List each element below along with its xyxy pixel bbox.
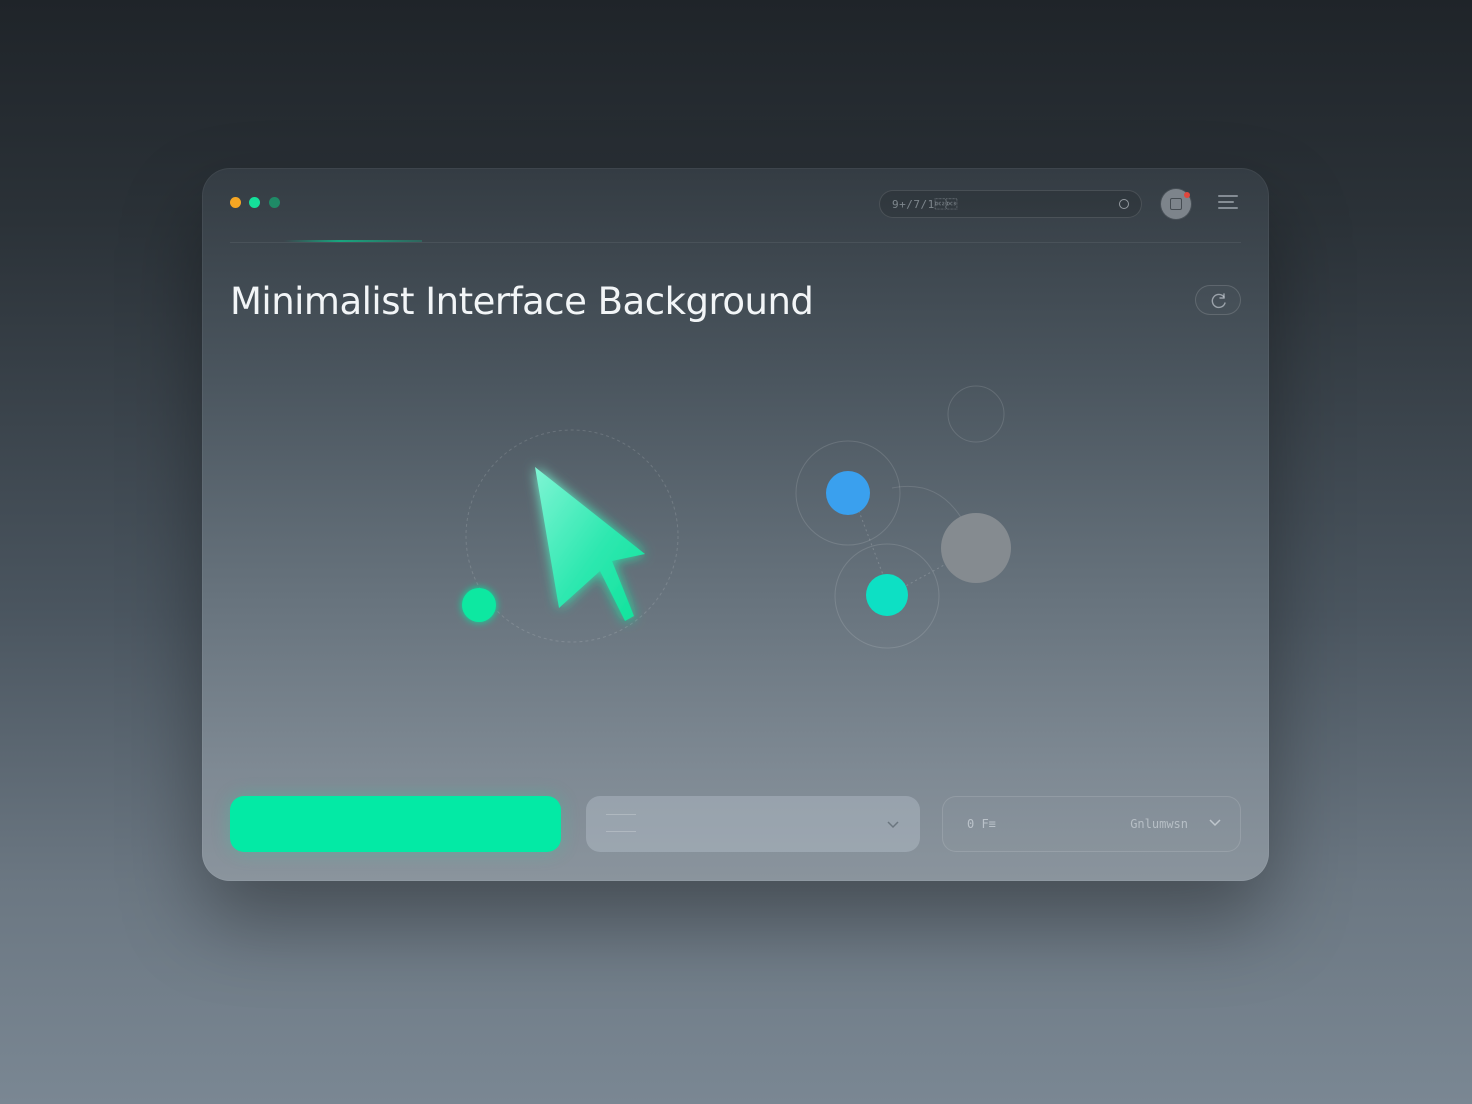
teal-node: [866, 574, 908, 616]
avatar-icon: [1170, 198, 1182, 210]
filter-code: 0 F≡: [967, 817, 996, 831]
network-link-2: [901, 557, 958, 589]
header-divider: [230, 242, 1241, 243]
network-arc: [891, 485, 968, 529]
filter-dropdown[interactable]: 0 F≡ Gnlumwsn: [942, 796, 1241, 852]
window-dot-green[interactable]: [249, 197, 260, 208]
cursor-group: [462, 429, 679, 643]
select-dropdown[interactable]: [586, 796, 920, 852]
network-link-1: [856, 505, 886, 581]
primary-button[interactable]: [230, 796, 561, 852]
avatar-button[interactable]: [1161, 189, 1191, 219]
green-dot: [462, 588, 496, 622]
cursor-orbit-ring: [465, 429, 679, 643]
select-placeholder-lines: [606, 814, 636, 848]
network-orbit-blue: [795, 440, 901, 546]
chevron-down-icon: [887, 821, 899, 829]
network-group: [795, 385, 1011, 649]
chevron-down-icon: [1209, 819, 1221, 827]
cursor-icon: [535, 467, 645, 621]
title-bar: 9+/7/1: [202, 168, 1269, 244]
refresh-icon: [1211, 293, 1226, 309]
app-window: 9+/7/1 Minimalist Interface Background: [202, 168, 1269, 881]
gray-node: [941, 513, 1011, 583]
network-orbit-teal: [834, 543, 940, 649]
search-input[interactable]: 9+/7/1: [879, 190, 1142, 218]
refresh-button[interactable]: [1195, 285, 1241, 315]
blue-node: [826, 471, 870, 515]
window-dot-dark-green[interactable]: [269, 197, 280, 208]
network-orbit-top: [947, 385, 1005, 443]
menu-icon[interactable]: [1218, 195, 1238, 213]
page-title: Minimalist Interface Background: [230, 280, 814, 323]
filter-label: Gnlumwsn: [1130, 817, 1188, 831]
window-dot-orange[interactable]: [230, 197, 241, 208]
search-icon[interactable]: [1119, 199, 1129, 209]
illustration: [462, 385, 1011, 649]
notification-badge: [1184, 192, 1190, 198]
search-value: 9+/7/1: [892, 198, 958, 211]
